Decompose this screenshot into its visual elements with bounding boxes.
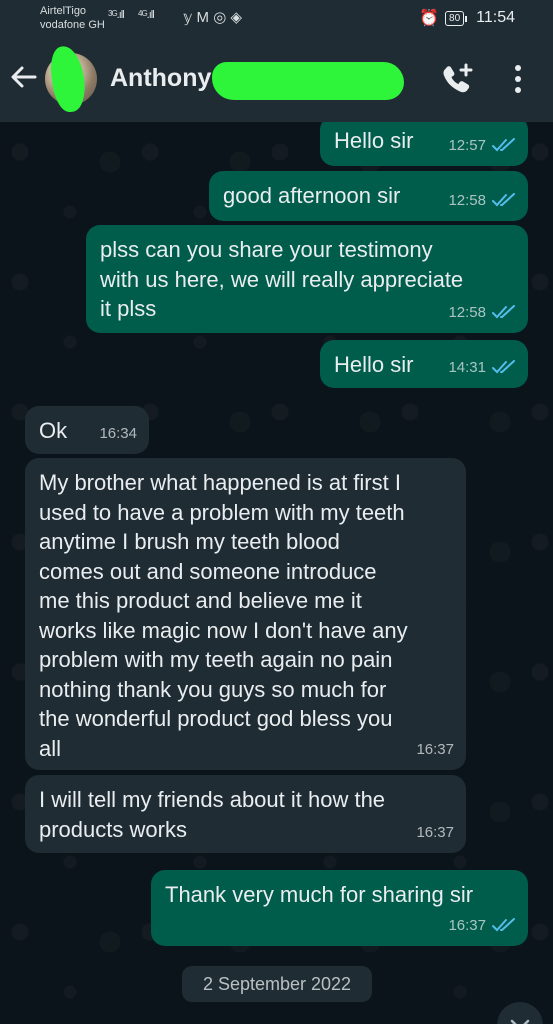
alarm-icon: ⏰ [419,10,440,27]
message-meta: 16:34 [99,419,137,449]
whatsapp-icon: ◎ [213,9,227,26]
message-bubble[interactable]: plss can you share your testimony with u… [86,225,528,333]
message-text: Thank very much for sharing sir [165,882,474,907]
scroll-down-button[interactable] [497,1002,543,1024]
signal-2-icon: 4G.ıll [138,9,155,21]
contact-name[interactable]: Anthony [110,64,211,93]
message-meta: 16:37 [416,735,454,765]
read-ticks-icon [492,305,515,319]
clock: 11:54 [476,9,515,26]
read-ticks-icon [492,193,515,207]
message-bubble[interactable]: Thank very much for sharing sir 16:37 [151,870,528,946]
message-meta: 16:37 [448,911,516,941]
message-text: My brother what happened is at first I u… [39,470,408,761]
back-arrow-icon[interactable] [8,62,38,100]
add-call-icon[interactable] [440,62,474,96]
message-bubble[interactable]: My brother what happened is at first I u… [25,458,466,770]
message-bubble[interactable]: Hello sir 12:57 [320,122,528,166]
message-meta: 12:57 [448,131,516,161]
message-text: I will tell my friends about it how the … [39,787,386,842]
message-time: 12:58 [448,191,486,209]
carrier-2: vodafone GH [40,19,105,31]
message-time: 16:34 [99,424,137,442]
chat-header: Anthony [0,40,553,122]
carrier-1: AirtelTigo [40,5,87,17]
status-right: ⏰ 80 11:54 [419,8,515,28]
redaction-mark [47,44,89,114]
redaction-mark [212,62,404,100]
message-time: 12:58 [448,303,486,321]
message-time: 16:37 [448,916,486,934]
chevron-down-icon [510,1019,530,1024]
message-time: 12:57 [448,136,486,154]
signal-1-icon: 3G.ıll [108,9,125,21]
message-bubble[interactable]: Ok 16:34 [25,406,149,454]
message-meta: 12:58 [448,186,516,216]
message-bubble[interactable]: good afternoon sir 12:58 [209,171,528,221]
message-bubble[interactable]: I will tell my friends about it how the … [25,775,466,853]
message-time: 14:31 [448,358,486,376]
gmail-icon: M [196,9,210,26]
read-ticks-icon [492,918,515,932]
message-meta: 16:37 [416,818,454,848]
more-vert-icon[interactable] [508,62,528,96]
message-meta: 12:58 [448,298,516,328]
battery-icon: 80 [445,10,468,26]
notification-icons: 𝕪 M ◎ ◈ [183,8,242,26]
read-ticks-icon [492,138,515,152]
message-meta: 14:31 [448,353,516,383]
message-time: 16:37 [416,823,454,841]
read-ticks-icon [492,360,515,374]
carrier-labels: AirtelTigo vodafone GH [40,4,105,32]
message-time: 16:37 [416,740,454,758]
binance-icon: ◈ [230,9,243,26]
message-bubble[interactable]: Hello sir 14:31 [320,340,528,388]
twitter-icon: 𝕪 [183,9,193,26]
date-separator: 2 September 2022 [182,966,372,1002]
status-bar: AirtelTigo vodafone GH 3G.ıll 4G.ıll 𝕪 M… [0,0,553,40]
chat-area[interactable]: Hello sir 12:57 good afternoon sir 12:58… [0,122,553,1024]
